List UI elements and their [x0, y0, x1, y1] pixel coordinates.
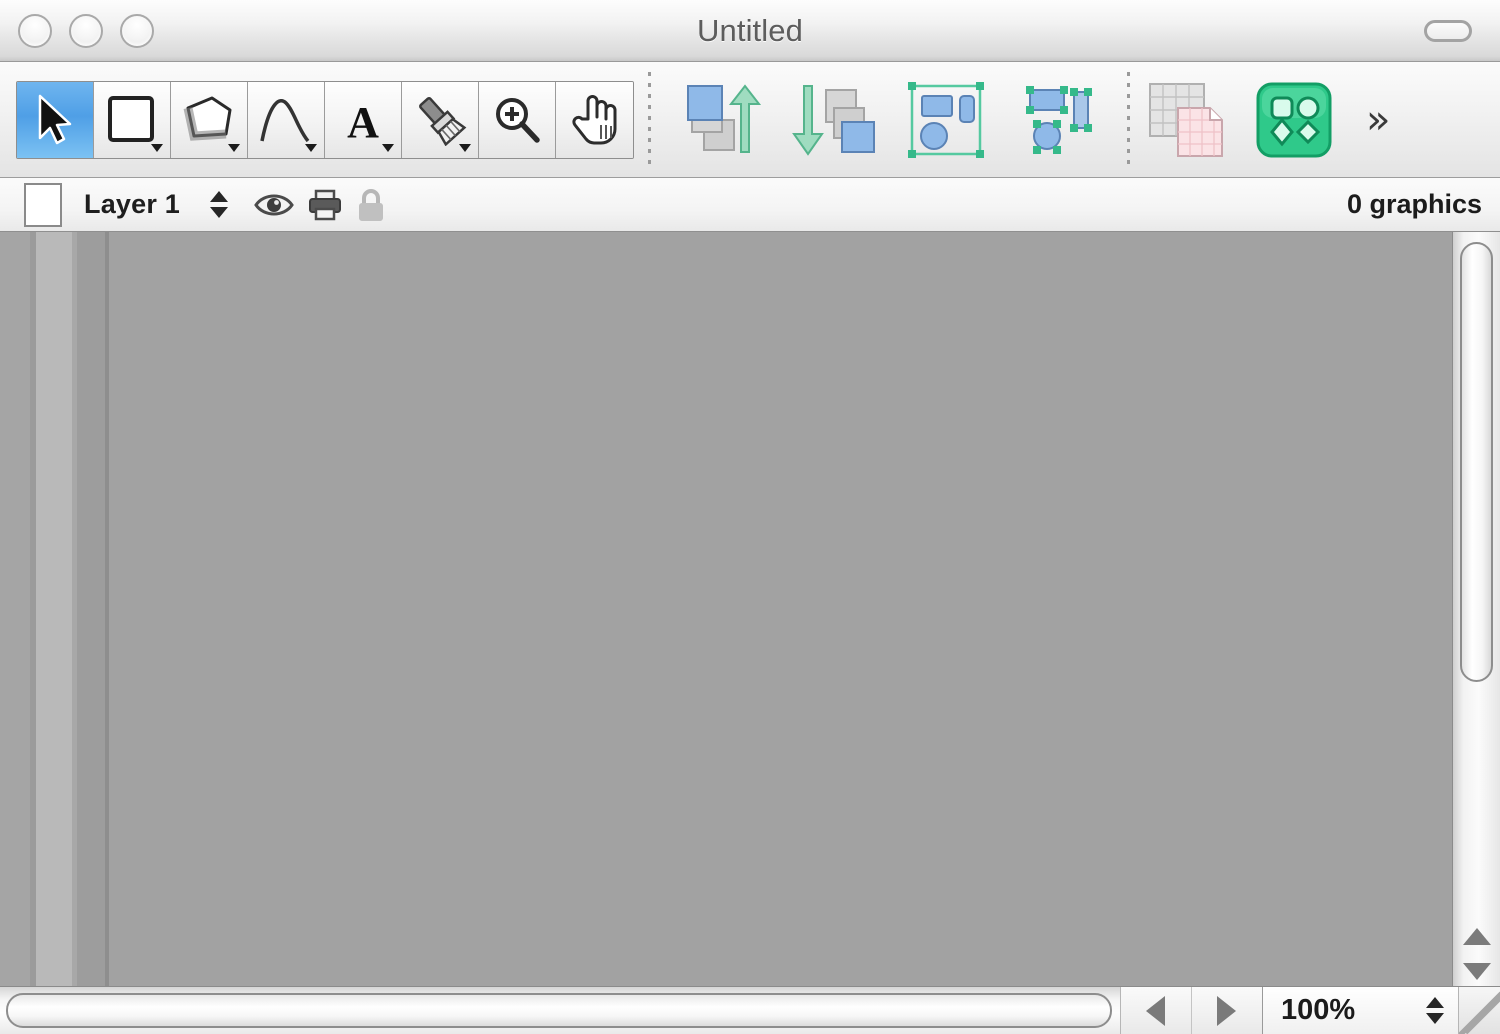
window-controls	[18, 0, 154, 61]
main-toolbar: A »	[0, 62, 1500, 178]
arrow-right-icon	[1217, 995, 1237, 1026]
letter-a-icon: A	[340, 95, 386, 145]
stepper-up-icon[interactable]	[209, 191, 228, 202]
canvas-button[interactable]	[1140, 74, 1232, 166]
title-bar: Untitled	[0, 0, 1500, 62]
group-objects-button[interactable]	[901, 74, 993, 166]
scroll-down-icon[interactable]	[1462, 963, 1491, 980]
horizontal-scrollbar[interactable]	[0, 987, 1120, 1034]
close-button[interactable]	[18, 13, 52, 48]
graphics-count-label: 0 graphics	[1346, 189, 1482, 219]
send-backward-icon	[792, 78, 878, 162]
hand-tool-button[interactable]	[556, 81, 633, 158]
status-bar: 100%	[0, 986, 1500, 1034]
canvas-gutter-1	[0, 232, 30, 986]
scroll-up-icon[interactable]	[1462, 928, 1491, 945]
square-icon	[106, 94, 158, 146]
canvas-gutter-7	[109, 232, 118, 986]
grid-page-icon	[1144, 78, 1228, 162]
align-objects-icon	[1016, 78, 1102, 162]
shape-tool-button[interactable]	[94, 81, 171, 158]
zoom-button[interactable]	[120, 13, 154, 48]
drawing-canvas[interactable]	[0, 232, 1452, 986]
chevron-down-icon[interactable]	[228, 143, 240, 152]
chevron-down-icon[interactable]	[151, 143, 163, 152]
tool-palette: A	[16, 80, 634, 159]
paintbrush-icon	[413, 94, 467, 146]
resize-grip[interactable]	[1458, 987, 1500, 1034]
inspector-shapes-icon	[1252, 78, 1336, 162]
zoom-tool-button[interactable]	[479, 81, 556, 158]
text-tool-button[interactable]: A	[325, 81, 402, 158]
layer-name-label[interactable]: Layer 1	[84, 189, 180, 220]
window-title: Untitled	[697, 12, 803, 48]
inspector-button[interactable]	[1248, 74, 1340, 166]
canvas-gutter-5	[77, 232, 105, 986]
layer-toggles	[254, 188, 386, 222]
vertical-scroll-thumb[interactable]	[1460, 242, 1493, 682]
chevron-down-icon[interactable]	[382, 143, 394, 152]
style-brush-tool-button[interactable]	[402, 81, 479, 158]
scroll-right-button[interactable]	[1192, 987, 1263, 1034]
canvas-surface[interactable]	[118, 232, 1452, 986]
chevron-down-icon[interactable]	[459, 143, 471, 152]
canvas-area	[0, 232, 1500, 986]
chevron-down-icon[interactable]	[305, 143, 317, 152]
zoom-stepper[interactable]	[1426, 997, 1444, 1024]
document-window: Untitled A » Layer 1 0 graphics 100%	[0, 0, 1500, 1034]
freehand-tool-button[interactable]	[171, 81, 248, 158]
group-objects-icon	[904, 78, 990, 162]
toolbar-toggle-button[interactable]	[1424, 19, 1472, 42]
bring-forward-button[interactable]	[677, 74, 769, 166]
curve-icon	[258, 95, 314, 145]
layer-bar: Layer 1 0 graphics	[0, 178, 1500, 232]
arrange-group	[665, 74, 1117, 166]
stepper-down-icon[interactable]	[209, 207, 228, 218]
hand-icon	[570, 93, 620, 147]
align-objects-button[interactable]	[1013, 74, 1105, 166]
lock-icon[interactable]	[356, 188, 386, 222]
svg-text:A: A	[347, 98, 379, 145]
send-backward-button[interactable]	[789, 74, 881, 166]
zoom-level-value[interactable]: 100%	[1281, 994, 1355, 1027]
minimize-button[interactable]	[69, 13, 103, 48]
zoom-control[interactable]: 100%	[1262, 987, 1458, 1034]
toolbar-separator-right	[1127, 71, 1130, 168]
toolbar-separator	[648, 71, 651, 168]
zoom-down-icon[interactable]	[1426, 1013, 1444, 1024]
horizontal-scroll-thumb[interactable]	[6, 993, 1112, 1028]
line-tool-button[interactable]	[248, 81, 325, 158]
bring-forward-icon	[680, 78, 766, 162]
arrow-left-icon	[1146, 995, 1166, 1026]
horizontal-scroll-buttons	[1120, 987, 1262, 1034]
eye-icon[interactable]	[254, 191, 294, 219]
toolbar-overflow-button[interactable]: »	[1366, 100, 1390, 140]
printer-icon[interactable]	[308, 189, 342, 221]
toolbar-right-group: »	[1140, 74, 1390, 166]
magnifier-plus-icon	[491, 94, 543, 146]
polygon-icon	[182, 94, 236, 146]
zoom-up-icon[interactable]	[1426, 997, 1444, 1008]
arrow-cursor-icon	[34, 93, 76, 147]
selection-tool-button[interactable]	[17, 81, 94, 158]
canvas-gutter-3	[36, 232, 72, 986]
vertical-scroll-buttons	[1453, 928, 1500, 980]
scroll-left-button[interactable]	[1121, 987, 1192, 1034]
layer-color-swatch[interactable]	[24, 182, 62, 227]
vertical-scrollbar[interactable]	[1452, 232, 1500, 986]
layer-stepper[interactable]	[209, 191, 228, 218]
